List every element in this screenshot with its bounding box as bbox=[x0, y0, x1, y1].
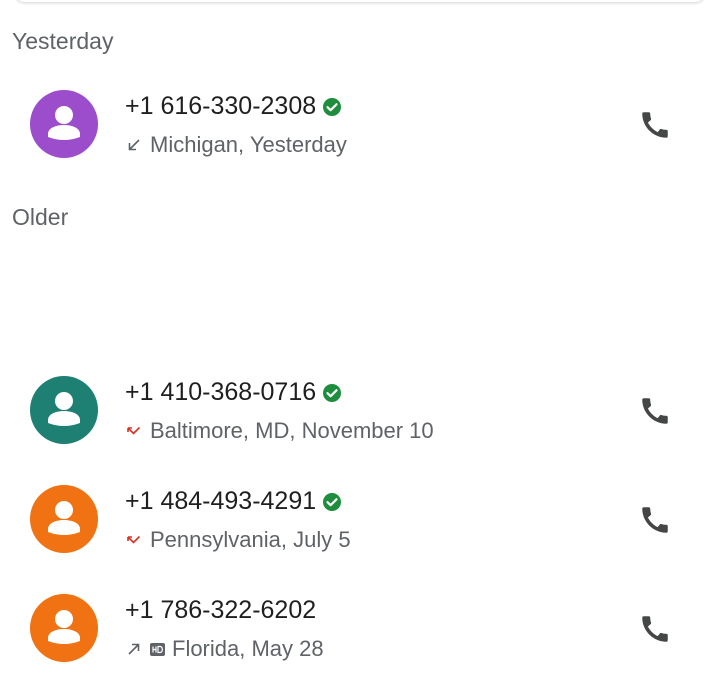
person-icon bbox=[48, 501, 80, 535]
phone-number: +1 484-493-4291 bbox=[125, 487, 317, 515]
call-number: +1 410-368-0716 bbox=[125, 378, 342, 407]
call-log-row[interactable]: +1 410-368-0716 Baltimore, MD, November … bbox=[0, 362, 720, 458]
call-log-row[interactable]: +1 786-322-6202 Florida, May 28 bbox=[0, 580, 720, 676]
phone-number: +1 410-368-0716 bbox=[125, 378, 317, 406]
avatar[interactable] bbox=[30, 90, 98, 158]
verified-check-icon bbox=[323, 97, 342, 116]
call-button[interactable] bbox=[630, 604, 680, 654]
call-location-date: Michigan, Yesterday bbox=[150, 132, 347, 157]
phone-number: +1 786-322-6202 bbox=[125, 596, 317, 624]
call-details: Pennsylvania, July 5 bbox=[125, 527, 351, 553]
phone-icon bbox=[642, 112, 668, 138]
call-button[interactable] bbox=[630, 495, 680, 545]
avatar[interactable] bbox=[30, 376, 98, 444]
outgoing-call-icon bbox=[128, 643, 140, 655]
call-location-date: Florida, May 28 bbox=[172, 636, 324, 661]
section-header-older: Older bbox=[12, 204, 69, 230]
avatar[interactable] bbox=[30, 594, 98, 662]
call-button[interactable] bbox=[630, 386, 680, 436]
phone-icon bbox=[642, 616, 668, 642]
call-location-date: Baltimore, MD, November 10 bbox=[150, 418, 434, 443]
section-header-yesterday: Yesterday bbox=[12, 28, 114, 54]
verified-check-icon bbox=[323, 383, 342, 402]
phone-number: +1 616-330-2308 bbox=[125, 92, 317, 120]
call-details: Michigan, Yesterday bbox=[125, 132, 347, 158]
redacted-area bbox=[0, 240, 720, 360]
person-icon bbox=[48, 392, 80, 426]
avatar[interactable] bbox=[30, 485, 98, 553]
call-log-row[interactable]: +1 616-330-2308 Michigan, Yesterday bbox=[0, 76, 720, 172]
call-log-row[interactable]: +1 484-493-4291 Pennsylvania, July 5 bbox=[0, 471, 720, 567]
call-location-date: Pennsylvania, July 5 bbox=[150, 527, 351, 552]
incoming-call-icon bbox=[128, 139, 140, 151]
call-number: +1 484-493-4291 bbox=[125, 487, 342, 516]
call-button[interactable] bbox=[630, 100, 680, 150]
hd-call-icon bbox=[150, 642, 165, 656]
missed-call-icon bbox=[127, 426, 141, 435]
call-number: +1 786-322-6202 bbox=[125, 596, 316, 625]
search-bar-card[interactable] bbox=[14, 0, 706, 2]
verified-check-icon bbox=[323, 492, 342, 511]
person-icon bbox=[48, 610, 80, 644]
call-number: +1 616-330-2308 bbox=[125, 92, 342, 121]
missed-call-icon bbox=[127, 535, 141, 544]
person-icon bbox=[48, 106, 80, 140]
phone-icon bbox=[642, 507, 668, 533]
call-details: Florida, May 28 bbox=[125, 636, 324, 662]
call-details: Baltimore, MD, November 10 bbox=[125, 418, 434, 444]
phone-icon bbox=[642, 398, 668, 424]
